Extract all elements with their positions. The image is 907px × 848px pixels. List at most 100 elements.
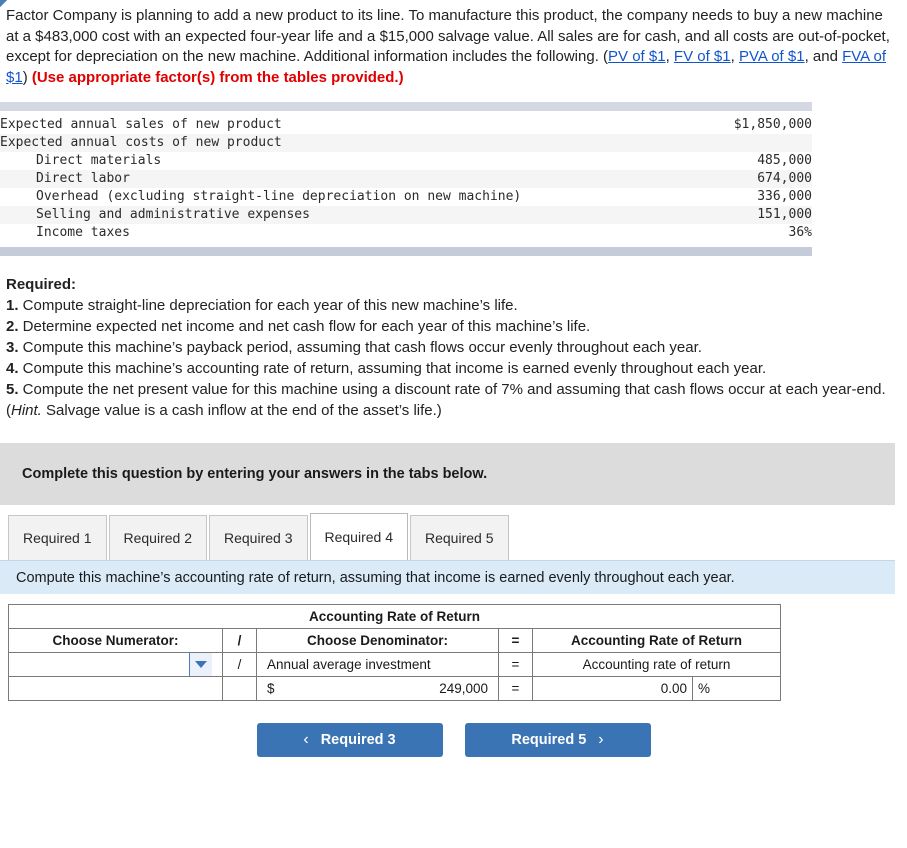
given-data-table: Expected annual sales of new product $1,8… [0, 102, 812, 256]
required-section: Required: 1. Compute straight-line depre… [0, 274, 907, 421]
table-row: Expected annual costs of new product [0, 134, 812, 152]
required-item-number: 1. [6, 297, 19, 314]
arr-denominator-value-inner: $ 249,000 [0, 0, 493, 700]
arr-table-body: Accounting Rate of Return Choose Numerat… [0, 0, 782, 701]
active-tab-instruction-text: Compute this machine’s accounting rate o… [16, 569, 735, 586]
table-bottom-band-cell [0, 247, 812, 256]
tab-label: Required 5 [425, 530, 494, 546]
arr-header-equals: = [498, 628, 533, 653]
required-item-5-hint-label: Hint. [11, 402, 42, 419]
table-row-value: 36% [705, 224, 812, 242]
complete-question-banner-text: Complete this question by entering your … [22, 466, 488, 482]
arr-header-row: Choose Numerator: / Choose Denominator: … [8, 628, 782, 653]
arr-denominator-label-value: Annual average investment [267, 657, 431, 672]
arr-numerator-select-inner [0, 0, 217, 676]
table-row-label: Overhead (excluding straight-line deprec… [0, 188, 706, 206]
link-fv-of-1[interactable]: FV of $1 [674, 48, 731, 65]
table-top-band [0, 102, 812, 111]
active-tab-instruction-band: Compute this machine’s accounting rate o… [0, 560, 895, 594]
tab-required-3[interactable]: Required 3 [209, 515, 308, 560]
arr-denominator-value-cell[interactable]: $ 249,000 [0, 0, 499, 701]
required-item-5-number: 5. [6, 381, 19, 398]
required-item: 2. Determine expected net income and net… [6, 316, 899, 337]
arr-result-value[interactable]: 0.00 [532, 676, 693, 701]
given-data-rows: Expected annual sales of new product $1,8… [0, 116, 812, 242]
arr-row2-divide [222, 676, 257, 701]
tab-label: Required 3 [224, 530, 293, 546]
required-5-next-label: Required 5 [511, 732, 587, 748]
tab-required-2[interactable]: Required 2 [108, 515, 207, 560]
intro-separator-2: , [730, 48, 739, 65]
tab-label: Required 4 [324, 529, 394, 545]
intro-separator-3: , and [804, 48, 843, 65]
intro-separator-1: , [665, 48, 674, 65]
required-item-5-text-b: Salvage value is a cash inflow at the en… [41, 402, 442, 419]
table-row: Income taxes 36% [0, 224, 812, 242]
table-row-value: 151,000 [705, 206, 812, 224]
navigation-button-row: ‹ Required 3 Required 5 › [0, 723, 907, 757]
arr-denominator-label-cell[interactable]: Annual average investment [0, 0, 499, 677]
table-row-label: Direct materials [0, 152, 706, 170]
required-item: 3. Compute this machine’s payback period… [6, 337, 899, 358]
arr-header-result: Accounting Rate of Return [531, 628, 782, 653]
required-item-number: 4. [6, 360, 19, 377]
tab-label: Required 1 [23, 530, 92, 546]
arr-numerator-select-cell[interactable] [0, 0, 223, 677]
chevron-down-caret [195, 661, 207, 668]
required-item-text: Determine expected net income and net ca… [18, 318, 591, 335]
table-row-label: Income taxes [0, 224, 706, 242]
arr-numerator-value-cell[interactable] [0, 0, 223, 701]
arr-header-denominator: Choose Denominator: [256, 628, 499, 653]
required-item-text: Compute straight-line depreciation for e… [18, 297, 518, 314]
arr-row-labels: / Annual average investment = Accounting… [0, 0, 782, 677]
requirement-tab-strip: Required 1 Required 2 Required 3 Required 4… [0, 513, 907, 560]
table-row: Overhead (excluding straight-line deprec… [0, 188, 812, 206]
complete-question-banner: Complete this question by entering your … [0, 443, 895, 505]
required-item-number: 2. [6, 318, 19, 335]
required-item-5: 5. Compute the net present value for thi… [6, 379, 899, 421]
link-pva-of-1[interactable]: PVA of $1 [739, 48, 805, 65]
given-data-table-wrapper: Expected annual sales of new product $1,8… [0, 102, 812, 256]
required-5-next-button[interactable]: Required 5 › [464, 723, 651, 757]
arr-title-cell: Accounting Rate of Return [7, 604, 782, 629]
arr-row1-result-label: Accounting rate of return [531, 652, 782, 677]
given-data-table-body [0, 102, 812, 116]
tab-required-4[interactable]: Required 4 [309, 513, 408, 560]
chevron-down-icon[interactable] [189, 653, 212, 676]
arr-denominator-currency-symbol: $ [267, 681, 275, 696]
tab-required-5[interactable]: Required 5 [410, 515, 509, 560]
intro-emphasis-note: (Use appropriate factor(s) from the tabl… [31, 68, 404, 86]
arr-row1-divide: / [222, 652, 257, 677]
table-row-value [705, 134, 812, 152]
required-item: 1. Compute straight-line depreciation fo… [6, 295, 899, 316]
intro-text-part2: ) [22, 68, 32, 86]
accounting-rate-of-return-worksheet: Accounting Rate of Return Choose Numerat… [0, 0, 907, 701]
table-row-value: 336,000 [705, 188, 812, 206]
table-row-value: $1,850,000 [705, 116, 812, 134]
arr-header-divide: / [222, 628, 257, 653]
table-row-label: Selling and administrative expenses [0, 206, 706, 224]
table-row-label: Expected annual costs of new product [0, 134, 706, 152]
link-pv-of-1[interactable]: PV of $1 [608, 48, 666, 65]
tab-required-1[interactable]: Required 1 [8, 515, 107, 560]
table-bottom-band [0, 247, 812, 256]
arr-row-values: $ 249,000 = 0.00 % [0, 0, 782, 701]
arr-header-numerator: Choose Numerator: [8, 628, 223, 653]
required-3-prev-button[interactable]: ‹ Required 3 [256, 723, 443, 757]
arr-result-unit: % [691, 676, 782, 701]
required-3-prev-label: Required 3 [320, 732, 396, 748]
arr-row1-equals: = [498, 652, 533, 677]
arr-numerator-value-inner [0, 0, 217, 700]
table-row-label: Expected annual sales of new product [0, 116, 706, 134]
table-row: Direct labor 674,000 [0, 170, 812, 188]
required-item-text: Compute this machine’s payback period, a… [18, 339, 702, 356]
arr-denominator-amount: 249,000 [439, 681, 488, 696]
arr-denominator-label-inner: Annual average investment [0, 0, 493, 676]
question-intro-paragraph: Factor Company is planning to add a new … [0, 0, 907, 88]
chevron-right-icon: › [598, 731, 604, 748]
chevron-left-icon: ‹ [303, 731, 309, 748]
tab-label: Required 2 [123, 530, 193, 546]
table-top-band-cell [0, 102, 812, 111]
cell-corner-marker-icon [0, 0, 7, 7]
table-row: Expected annual sales of new product $1,8… [0, 116, 812, 134]
